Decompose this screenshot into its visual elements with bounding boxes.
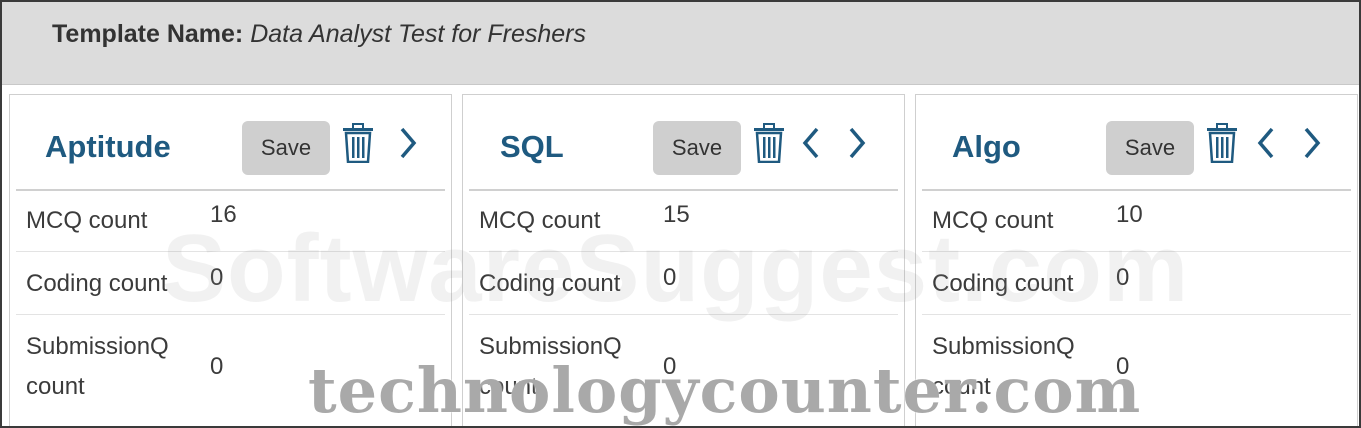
section-title: SQL	[500, 129, 564, 164]
section-header: SQL Save	[469, 95, 898, 191]
stat-row-coding: Coding count 0	[16, 252, 445, 315]
stat-row-coding: Coding count 0	[469, 252, 898, 315]
trash-icon[interactable]	[751, 121, 787, 165]
stat-label: MCQ count	[26, 207, 148, 234]
template-name-value: Data Analyst Test for Freshers	[250, 20, 586, 48]
stat-label: SubmissionQ count	[26, 333, 169, 400]
chevron-right-icon[interactable]	[390, 121, 426, 165]
section-title: Aptitude	[45, 129, 171, 164]
stat-value: 10	[1116, 201, 1143, 228]
trash-icon[interactable]	[1204, 121, 1240, 165]
stat-value: 0	[663, 353, 677, 380]
stat-label: Coding count	[932, 270, 1074, 297]
stat-label: SubmissionQ count	[479, 333, 622, 400]
section-header: Algo Save	[922, 95, 1351, 191]
stat-value: 0	[1116, 353, 1130, 380]
stat-row-submission: SubmissionQ count 0	[469, 315, 898, 425]
stat-value: 15	[663, 201, 690, 228]
stat-row-mcq: MCQ count 10	[922, 191, 1351, 252]
template-editor: Template Name: Data Analyst Test for Fre…	[0, 0, 1361, 428]
stat-row-submission: SubmissionQ count 0	[922, 315, 1351, 425]
section-header: Aptitude Save	[16, 95, 445, 191]
save-button[interactable]: Save	[1106, 121, 1194, 175]
stat-label: Coding count	[26, 270, 168, 297]
trash-icon[interactable]	[340, 121, 376, 165]
template-name: Template Name: Data Analyst Test for Fre…	[52, 20, 586, 49]
section-panel-sql: SQL Save MCQ count 15 Coding count 0 Sub…	[462, 94, 905, 426]
stat-label: MCQ count	[932, 207, 1054, 234]
stat-value: 16	[210, 201, 237, 228]
stat-row-submission: SubmissionQ count 0	[16, 315, 445, 425]
stat-label: MCQ count	[479, 207, 601, 234]
stat-value: 0	[210, 353, 224, 380]
chevron-right-icon[interactable]	[1294, 121, 1330, 165]
section-panel-aptitude: Aptitude Save MCQ count 16 Coding count …	[9, 94, 452, 426]
chevron-left-icon[interactable]	[793, 121, 829, 165]
stat-value: 0	[210, 264, 224, 291]
chevron-right-icon[interactable]	[839, 121, 875, 165]
stat-row-mcq: MCQ count 15	[469, 191, 898, 252]
template-header: Template Name: Data Analyst Test for Fre…	[2, 2, 1359, 85]
stat-label: Coding count	[479, 270, 621, 297]
stat-label: SubmissionQ count	[932, 333, 1075, 400]
stat-value: 0	[1116, 264, 1130, 291]
save-button[interactable]: Save	[653, 121, 741, 175]
template-name-label: Template Name:	[52, 20, 244, 48]
chevron-left-icon[interactable]	[1248, 121, 1284, 165]
stat-row-mcq: MCQ count 16	[16, 191, 445, 252]
save-button[interactable]: Save	[242, 121, 330, 175]
stat-value: 0	[663, 264, 677, 291]
section-panel-algo: Algo Save MCQ count 10 Coding count 0 Su…	[915, 94, 1358, 426]
section-title: Algo	[952, 129, 1021, 164]
stat-row-coding: Coding count 0	[922, 252, 1351, 315]
